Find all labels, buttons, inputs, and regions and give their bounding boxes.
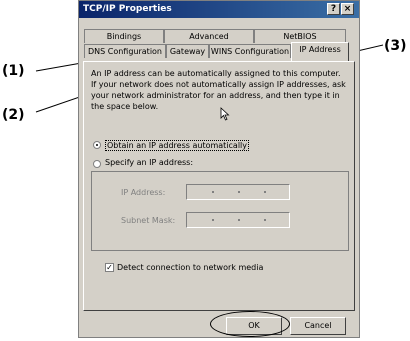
close-button[interactable]: × xyxy=(341,3,354,15)
subnet-mask-label: Subnet Mask: xyxy=(121,216,176,225)
obtain-auto-label[interactable]: Obtain an IP address automatically xyxy=(105,140,250,151)
ip-address-input[interactable] xyxy=(186,184,290,200)
description-text: An IP address can be automatically assig… xyxy=(91,69,346,111)
help-button[interactable]: ? xyxy=(327,3,340,15)
obtain-auto-radio[interactable] xyxy=(93,141,101,149)
subnet-mask-input[interactable] xyxy=(186,212,290,228)
dialog-title: TCP/IP Properties xyxy=(83,4,172,14)
mouse-cursor-icon xyxy=(220,107,230,121)
tab-netbios[interactable]: NetBIOS xyxy=(254,29,346,43)
tab-gateway[interactable]: Gateway xyxy=(166,44,209,58)
specify-ip-label[interactable]: Specify an IP address: xyxy=(105,158,193,167)
tab-ip-address[interactable]: IP Address xyxy=(291,42,349,62)
tab-wins-configuration[interactable]: WINS Configuration xyxy=(209,44,291,58)
ip-address-label: IP Address: xyxy=(121,188,166,197)
tab-dns-configuration[interactable]: DNS Configuration xyxy=(84,44,166,58)
tab-advanced[interactable]: Advanced xyxy=(164,29,254,43)
specify-ip-radio[interactable] xyxy=(93,160,101,168)
tcpip-properties-dialog: TCP/IP Properties ? × Bindings Advanced … xyxy=(78,0,360,338)
ok-highlight-ellipse xyxy=(210,311,290,337)
detect-connection-label[interactable]: Detect connection to network media xyxy=(117,263,263,272)
specify-ip-groupbox xyxy=(91,171,349,251)
cancel-button[interactable]: Cancel xyxy=(290,317,346,335)
detect-connection-checkbox[interactable]: ✓ xyxy=(105,263,114,272)
tab-bindings[interactable]: Bindings xyxy=(84,29,164,43)
title-bar: TCP/IP Properties ? × xyxy=(79,1,359,18)
specify-option: Specify an IP address: xyxy=(91,158,196,168)
